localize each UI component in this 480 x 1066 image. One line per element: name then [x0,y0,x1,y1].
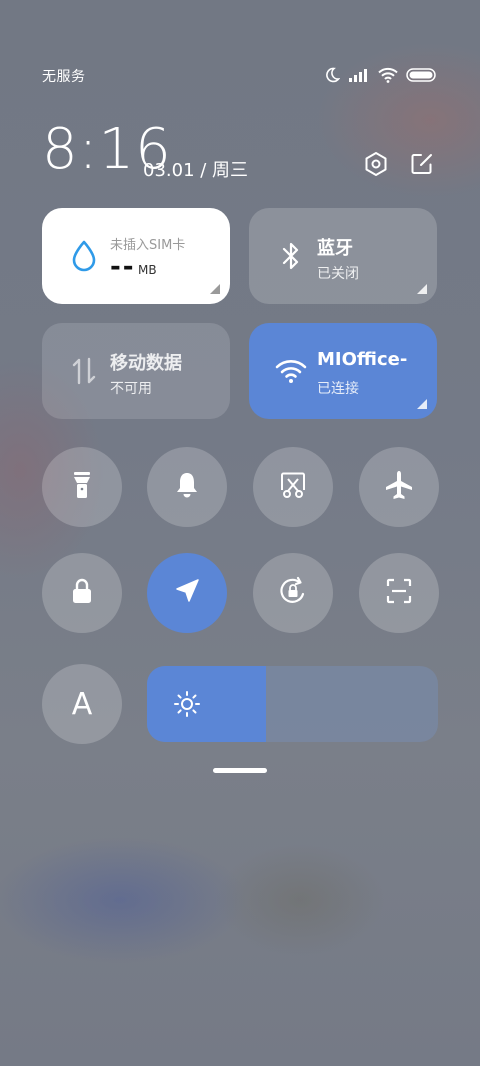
airplane-icon [383,469,415,505]
mobile-data-title: 移动数据 [110,353,182,374]
bluetooth-status: 已关闭 [317,266,359,282]
data-usage-unit: MB [138,263,157,277]
expand-corner-icon [210,284,220,294]
updown-arrows-icon [66,353,102,389]
sim-status-label: 未插入SIM卡 [110,238,186,253]
edit-icon[interactable] [408,150,436,178]
flashlight-icon [68,470,96,504]
settings-hex-icon[interactable] [362,150,390,178]
scanner-toggle[interactable] [359,553,439,633]
carrier-label: 无服务 [42,69,86,85]
mobile-data-tile[interactable]: 移动数据 不可用 [42,323,230,419]
sun-icon [173,690,201,718]
location-toggle[interactable] [147,553,227,633]
auto-brightness-toggle[interactable]: A [42,664,122,744]
signal-icon [348,68,370,82]
panel-drag-handle[interactable] [213,768,267,773]
lock-toggle[interactable] [42,553,122,633]
airplane-toggle[interactable] [359,447,439,527]
bluetooth-icon [273,238,309,274]
letter-a-icon: A [71,686,93,722]
water-drop-icon [66,238,102,274]
flashlight-toggle[interactable] [42,447,122,527]
battery-icon [406,68,436,82]
wifi-status-icon [378,67,398,83]
clock-date: 03.01 / 周三 [143,160,249,181]
expand-corner-icon [417,399,427,409]
brightness-slider[interactable] [147,666,438,742]
data-usage-tile[interactable]: 未插入SIM卡 -- MB [42,208,230,304]
mobile-data-status: 不可用 [110,381,152,397]
lock-icon [68,576,96,610]
bluetooth-title: 蓝牙 [317,238,353,259]
moon-icon [324,67,340,83]
rotation-lock-icon [277,575,309,611]
wifi-network-name: MIOffice- [317,349,408,370]
screenshot-toggle[interactable] [253,447,333,527]
expand-corner-icon [417,284,427,294]
wifi-tile[interactable]: MIOffice- 已连接 [249,323,437,419]
bell-icon [173,470,201,504]
scissor-screenshot-icon [278,470,308,504]
status-icons [324,64,436,86]
brightness-slider-fill [147,666,267,742]
wifi-icon [273,353,309,389]
data-usage-value: -- [110,252,136,282]
bell-toggle[interactable] [147,447,227,527]
scan-icon [384,576,414,610]
wifi-status: 已连接 [317,381,359,397]
location-arrow-icon [173,577,201,609]
bluetooth-tile[interactable]: 蓝牙 已关闭 [249,208,437,304]
rotation-lock-toggle[interactable] [253,553,333,633]
